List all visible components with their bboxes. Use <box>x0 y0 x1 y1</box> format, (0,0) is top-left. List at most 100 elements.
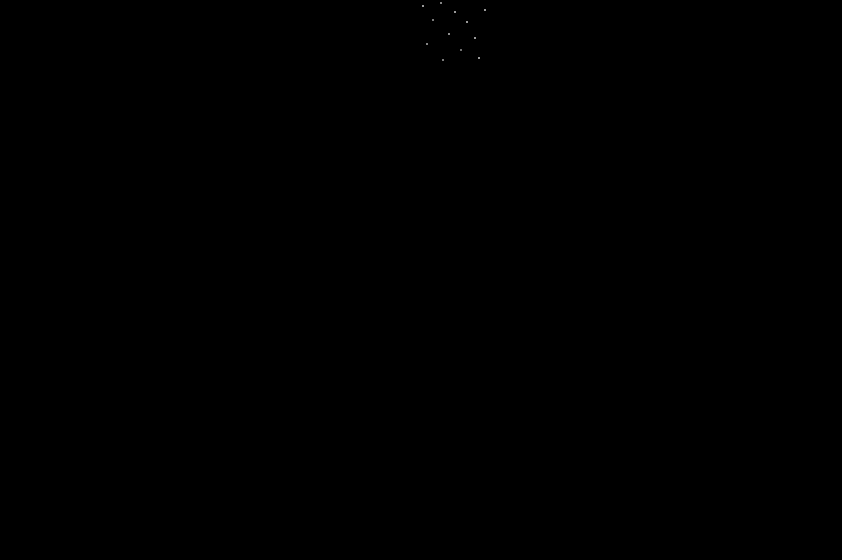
sidebar-item-text[interactable]: Text <box>93 194 200 250</box>
sidebar-item-audio[interactable]: Audio <box>93 134 200 190</box>
text-preset-chrome-silver[interactable]: ART <box>213 147 290 227</box>
preset-sample-text: ART <box>321 555 370 560</box>
preset-sample-text: ART <box>415 174 464 199</box>
text-preset-green-glow[interactable]: ART <box>401 242 478 322</box>
sidebar-item-label: Stock videos <box>114 108 179 120</box>
ruler-tick <box>811 496 813 501</box>
text-selection-box[interactable]: AURORA <box>551 327 791 394</box>
timeline-playhead[interactable] <box>568 491 580 560</box>
aurora-glow-band <box>513 232 842 312</box>
aurora-text-object[interactable]: AURORA <box>562 336 758 384</box>
ruler-tick <box>677 496 679 501</box>
preset-sample-text: ART <box>320 269 371 295</box>
text-preset-red-neon-outline[interactable]: ART <box>307 432 384 512</box>
sidebar-item-label: Filters <box>131 468 162 480</box>
preset-sample-text: ART <box>321 459 370 484</box>
library-icon <box>138 506 155 522</box>
filter-chip-bar: All Favorites Trending Basic Lum <box>200 46 500 86</box>
sidebar-item-stickers[interactable]: Stickers <box>93 254 200 310</box>
resize-handle-top-right[interactable] <box>784 327 791 334</box>
media-icon <box>137 27 156 41</box>
filter-chip-basic[interactable]: Basic <box>398 55 447 77</box>
tab-auto-captions[interactable]: Auto captions <box>387 6 469 41</box>
text-preset-pink-gradient[interactable]: ART <box>307 337 384 417</box>
text-preset-gold-glow[interactable]: ART <box>213 527 290 560</box>
filter-chip-favorites[interactable]: Favorites <box>252 55 321 77</box>
timeline-upper-area <box>500 465 842 495</box>
resize-handle-top-left[interactable] <box>551 327 558 334</box>
preset-sample-text: ART <box>322 366 369 389</box>
more-filters-button[interactable] <box>460 9 486 32</box>
text-preset-rainbow[interactable]: ART <box>401 527 478 560</box>
preset-sample-text: ART <box>414 269 464 294</box>
ruler-label: 00:03 <box>620 499 644 510</box>
text-preset-cyan-neon-outline[interactable]: ART <box>213 432 290 512</box>
tab-new-text[interactable]: New text <box>213 6 269 41</box>
sidebar-item-label: Transitions <box>119 408 174 420</box>
sidebar-item-label: Media <box>131 48 162 60</box>
sidebar-item-stock-videos[interactable]: Stock videos <box>93 74 200 130</box>
text-preset-rgb-split[interactable]: ART <box>307 147 384 227</box>
ruler-tick <box>554 496 556 501</box>
text-preset-tricolor[interactable]: ART <box>213 337 290 417</box>
text-preset-cyan-neon-fill[interactable]: ART <box>401 337 478 417</box>
sidebar-item-label: Effects <box>129 348 164 360</box>
text-preset-black-outline[interactable]: ART <box>307 242 384 322</box>
screen-root: Media Stock videos Audio Text Stickers Effect… <box>0 0 842 560</box>
ruler-tick <box>775 496 777 501</box>
ruler-tick <box>652 496 654 501</box>
ruler-tick <box>591 496 593 501</box>
resize-handle-bottom-left[interactable] <box>551 387 558 394</box>
audio-icon <box>138 145 155 163</box>
sidebar-item-filters[interactable]: Filters <box>93 434 200 490</box>
sidebar-item-media[interactable]: Media <box>93 14 200 70</box>
ruler-tick <box>787 496 789 501</box>
ruler-tick <box>542 496 544 501</box>
video-frame: AURORA <box>513 82 842 412</box>
sidebar-item-label: Stickers <box>126 288 167 300</box>
panel-tab-bar: New text Text template Auto captions <box>200 0 500 46</box>
text-preset-white-outline[interactable]: ART <box>213 242 290 322</box>
pointer-cursor <box>732 385 777 412</box>
playhead-knob[interactable] <box>568 491 580 507</box>
ruler-tick <box>701 496 703 501</box>
letterbox-top <box>513 82 842 93</box>
ruler-tick <box>506 496 507 501</box>
clip-label: Woman, Camera, Retro, Looking At Camera,… <box>511 549 842 560</box>
ruler-tick <box>689 496 691 501</box>
tab-text-template[interactable]: Text template <box>288 6 368 41</box>
ruler-major-tick <box>616 496 618 515</box>
filters-icon <box>139 446 154 462</box>
ruler-tick <box>530 496 532 501</box>
text-panel: New textText templateAuto captions « All… <box>200 0 500 560</box>
timeline-clip-text[interactable] <box>506 522 605 541</box>
ruler-major-tick <box>726 496 728 515</box>
timeline-ruler[interactable]: 00:0300:0600:0 <box>500 495 842 515</box>
preview-topbar <box>500 0 842 71</box>
stock-videos-icon <box>138 86 155 102</box>
sidebar-item-effects[interactable]: Effects <box>93 314 200 370</box>
resize-handle-bottom-right[interactable] <box>784 387 791 394</box>
chevron-down-icon <box>467 17 479 24</box>
text-preset-orange-fade[interactable]: ART <box>401 432 478 512</box>
preset-sample-text: ART <box>415 364 464 389</box>
filter-chip-trending[interactable]: Trending <box>326 55 393 77</box>
preset-sample-text: ART <box>226 269 277 295</box>
person-figure <box>737 183 778 303</box>
preset-sample-text: ART <box>415 459 464 484</box>
timeline-clip-video[interactable]: Woman, Camera, Retro, Looking At Camera,… <box>507 544 842 560</box>
ruler-tick <box>762 496 764 501</box>
preset-sample-text: ART <box>416 556 463 560</box>
text-preset-yellow-outline[interactable]: ART <box>307 527 384 560</box>
text-preset-orange-gradient[interactable]: ART <box>401 147 478 227</box>
sidebar: Media Stock videos Audio Text Stickers Effect… <box>93 0 200 560</box>
filter-chip-all[interactable]: All <box>213 55 247 77</box>
sidebar-item-label: Library <box>129 528 164 540</box>
filter-chip-lum[interactable]: Lum <box>452 55 494 77</box>
sidebar-item-transitions[interactable]: Transitions <box>93 374 200 430</box>
video-preview[interactable]: AURORA <box>513 71 842 423</box>
preset-sample-text: ART <box>321 174 370 199</box>
ruler-tick <box>824 496 826 501</box>
sidebar-item-library[interactable]: Library <box>93 494 200 550</box>
ruler-tick <box>713 496 715 501</box>
